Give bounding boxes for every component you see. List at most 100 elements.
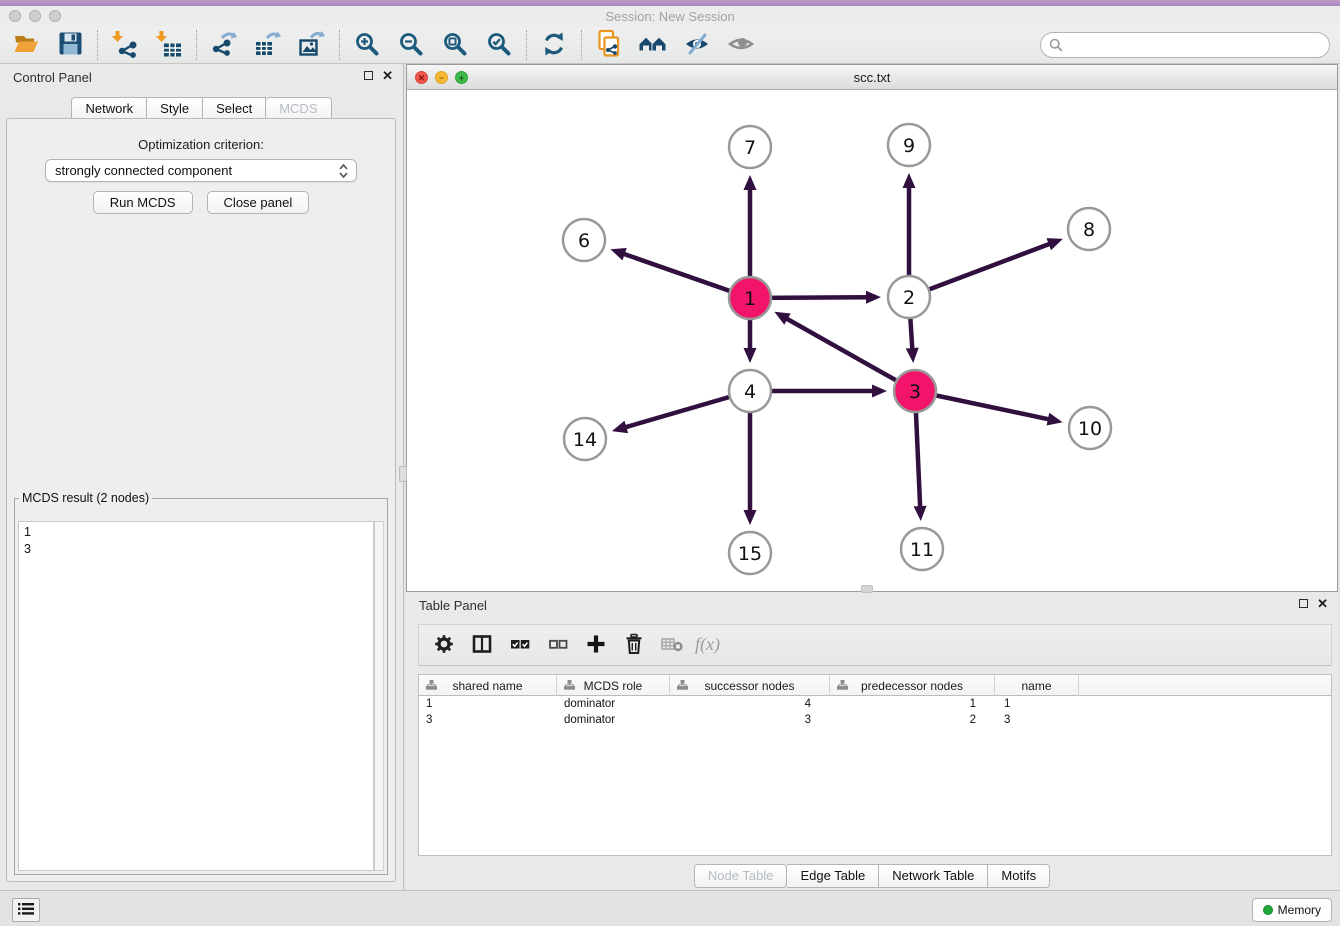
criterion-value: strongly connected component — [55, 163, 232, 178]
table-body: 1dominator4113dominator323 — [419, 696, 1331, 728]
open-file-button[interactable] — [4, 28, 48, 62]
column-sort-icon — [677, 680, 688, 691]
column-header-shared-name[interactable]: shared name — [419, 675, 557, 696]
search-input[interactable] — [1040, 32, 1330, 58]
column-header-label: name — [1021, 679, 1051, 693]
delete-table-button[interactable] — [655, 628, 689, 662]
apply-function-button[interactable]: f(x) — [693, 628, 727, 662]
zoom-selected-button[interactable] — [477, 28, 521, 62]
column-header-successor-nodes[interactable]: successor nodes — [670, 675, 830, 696]
criterion-select[interactable]: strongly connected component — [45, 159, 357, 182]
show-all-button[interactable] — [719, 28, 763, 62]
close-table-panel-icon[interactable]: ✕ — [1317, 598, 1328, 609]
close-network-button[interactable]: ✕ — [415, 71, 428, 84]
tab-network-table[interactable]: Network Table — [879, 864, 988, 888]
column-header-MCDS-role[interactable]: MCDS role — [557, 675, 670, 696]
close-panel-icon[interactable]: ✕ — [382, 70, 393, 81]
mcds-result-text[interactable]: 1 3 — [18, 521, 374, 871]
table-cell[interactable]: 3 — [670, 712, 830, 728]
main-toolbar — [0, 27, 1340, 64]
zoom-fit-button[interactable] — [433, 28, 477, 62]
float-table-panel-icon[interactable] — [1299, 599, 1308, 608]
first-neighbors-button[interactable] — [631, 28, 675, 62]
status-bar: Memory — [0, 890, 1340, 926]
zoom-network-button[interactable]: + — [455, 71, 468, 84]
column-header-predecessor-nodes[interactable]: predecessor nodes — [830, 675, 995, 696]
column-header-label: MCDS role — [584, 679, 643, 693]
result-scrollbar[interactable] — [374, 521, 384, 871]
select-all-button[interactable] — [503, 628, 537, 662]
graph-edge-arrowhead — [610, 248, 626, 260]
vertical-splitter-handle[interactable] — [399, 466, 407, 482]
tab-node-table[interactable]: Node Table — [694, 864, 788, 888]
table-options-button[interactable] — [427, 628, 461, 662]
graph-node-label-10: 10 — [1078, 418, 1102, 440]
network-canvas[interactable]: 7968124314101511 — [407, 90, 1337, 591]
zoom-in-button[interactable] — [345, 28, 389, 62]
table-cell[interactable]: 3 — [995, 712, 1079, 728]
copy-network-button[interactable] — [587, 28, 631, 62]
houses-icon — [638, 31, 668, 60]
run-mcds-button[interactable]: Run MCDS — [93, 191, 193, 214]
column-header-name[interactable]: name — [995, 675, 1079, 696]
show-columns-button[interactable] — [465, 628, 499, 662]
toolbar-separator — [526, 30, 527, 60]
refresh-view-button[interactable] — [532, 28, 576, 62]
select-stepper-icon — [338, 162, 349, 183]
maximize-window-button[interactable] — [49, 10, 61, 22]
export-network-button[interactable] — [202, 28, 246, 62]
open-folder-icon — [12, 31, 40, 60]
export-image-button[interactable] — [290, 28, 334, 62]
graph-edge-arrowhead — [744, 348, 757, 363]
graph-edge-3-1[interactable] — [786, 318, 915, 391]
column-header-label: shared name — [452, 679, 522, 693]
zoom-out-button[interactable] — [389, 28, 433, 62]
minimize-network-button[interactable]: − — [435, 71, 448, 84]
add-row-button[interactable] — [579, 628, 613, 662]
table-row[interactable]: 1dominator411 — [419, 696, 1331, 712]
import-network-button[interactable] — [103, 28, 147, 62]
table-cell[interactable]: 1 — [419, 696, 557, 712]
svg-text:f(x): f(x) — [695, 634, 720, 655]
table-cell[interactable]: 3 — [419, 712, 557, 728]
table-cell[interactable]: 4 — [670, 696, 830, 712]
table-toolbar: f(x) — [418, 624, 1332, 666]
delete-row-button[interactable] — [617, 628, 651, 662]
node-table: shared name MCDS role successor nodesprede… — [418, 674, 1332, 856]
hide-selected-button[interactable] — [675, 28, 719, 62]
export-table-button[interactable] — [246, 28, 290, 62]
network-window-controls: ✕ − + — [415, 71, 468, 84]
table-cell[interactable]: dominator — [557, 712, 670, 728]
table-cell[interactable]: 1 — [995, 696, 1079, 712]
import-table-button[interactable] — [147, 28, 191, 62]
graph-edge-arrowhead — [744, 510, 757, 525]
trash-icon — [623, 633, 645, 658]
graph-edge-2-8[interactable] — [909, 243, 1051, 297]
export-image-icon — [298, 30, 326, 61]
horizontal-splitter-handle[interactable] — [861, 585, 873, 593]
tab-motifs[interactable]: Motifs — [988, 864, 1050, 888]
column-sort-icon — [564, 680, 575, 691]
table-row[interactable]: 3dominator323 — [419, 712, 1331, 728]
table-cell[interactable]: 2 — [830, 712, 995, 728]
memory-button[interactable]: Memory — [1252, 898, 1332, 922]
table-cell[interactable]: dominator — [557, 696, 670, 712]
graph-node-label-8: 8 — [1083, 219, 1095, 241]
tab-edge-table[interactable]: Edge Table — [787, 864, 879, 888]
task-history-button[interactable] — [12, 898, 40, 922]
import-table-icon — [155, 30, 183, 61]
table-cell[interactable]: 1 — [830, 696, 995, 712]
graph-node-label-9: 9 — [903, 135, 915, 157]
minimize-window-button[interactable] — [29, 10, 41, 22]
close-window-button[interactable] — [9, 10, 21, 22]
deselect-all-button[interactable] — [541, 628, 575, 662]
close-panel-button[interactable]: Close panel — [207, 191, 310, 214]
control-panel-title: Control Panel — [13, 70, 92, 85]
hide-eye-icon — [683, 30, 711, 61]
float-panel-icon[interactable] — [364, 71, 373, 80]
toolbar-separator — [581, 30, 582, 60]
mcds-result-group: MCDS result (2 nodes) 1 3 — [14, 491, 388, 875]
graph-node-label-11: 11 — [910, 539, 934, 561]
toolbar-separator — [339, 30, 340, 60]
save-session-button[interactable] — [48, 28, 92, 62]
